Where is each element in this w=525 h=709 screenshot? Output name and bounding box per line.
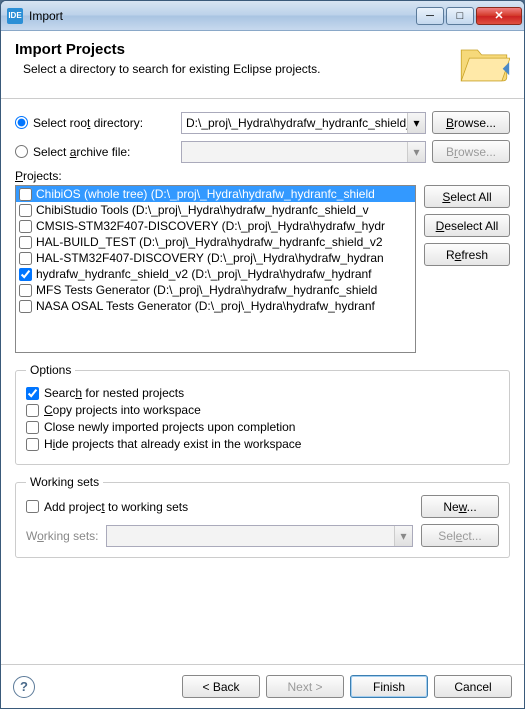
list-item[interactable]: HAL-STM32F407-DISCOVERY (D:\_proj\_Hydra… (16, 250, 415, 266)
back-button[interactable]: < Back (182, 675, 260, 698)
list-item[interactable]: ChibiStudio Tools (D:\_proj\_Hydra\hydra… (16, 202, 415, 218)
form: Select root directory: D:\_proj\_Hydra\h… (1, 99, 524, 664)
window-title: Import (29, 9, 414, 23)
hide-existing-label: Hide projects that already exist in the … (44, 437, 301, 451)
close-imported-checkbox[interactable] (26, 421, 39, 434)
working-sets-group: Working sets Add project to working sets… (15, 475, 510, 558)
archive-file-radio-input[interactable] (15, 145, 28, 158)
project-label: CMSIS-STM32F407-DISCOVERY (D:\_proj\_Hyd… (36, 219, 385, 233)
root-directory-label: Select root directory: (33, 116, 143, 130)
import-dialog: IDE Import ─ □ ✕ Import Projects Select … (0, 0, 525, 709)
chevron-down-icon: ▾ (394, 526, 412, 546)
archive-file-label: Select archive file: (33, 145, 130, 159)
project-label: HAL-STM32F407-DISCOVERY (D:\_proj\_Hydra… (36, 251, 384, 265)
folder-open-icon (458, 41, 510, 88)
deselect-all-button[interactable]: Deselect All (424, 214, 510, 237)
chevron-down-icon[interactable]: ▾ (407, 113, 425, 133)
hide-existing-checkbox[interactable] (26, 438, 39, 451)
close-imported-label: Close newly imported projects upon compl… (44, 420, 295, 434)
next-button: Next > (266, 675, 344, 698)
project-checkbox[interactable] (19, 252, 32, 265)
project-checkbox[interactable] (19, 300, 32, 313)
working-sets-label: Working sets: (26, 529, 98, 543)
minimize-button[interactable]: ─ (416, 7, 444, 25)
list-item[interactable]: hydrafw_hydranfc_shield_v2 (D:\_proj\_Hy… (16, 266, 415, 282)
project-checkbox[interactable] (19, 284, 32, 297)
button-bar: ? < Back Next > Finish Cancel (1, 664, 524, 708)
list-item[interactable]: MFS Tests Generator (D:\_proj\_Hydra\hyd… (16, 282, 415, 298)
add-to-working-sets-checkbox[interactable] (26, 500, 39, 513)
list-item[interactable]: HAL-BUILD_TEST (D:\_proj\_Hydra\hydrafw_… (16, 234, 415, 250)
working-sets-combo: ▾ (106, 525, 413, 547)
project-label: ChibiStudio Tools (D:\_proj\_Hydra\hydra… (36, 203, 369, 217)
options-group: Options Search for nested projects Copy … (15, 363, 510, 465)
app-icon: IDE (7, 8, 23, 24)
working-sets-legend: Working sets (26, 475, 103, 489)
select-working-set-button: Select... (421, 524, 499, 547)
page-title: Import Projects (15, 41, 458, 58)
close-button[interactable]: ✕ (476, 7, 522, 25)
maximize-button[interactable]: □ (446, 7, 474, 25)
add-to-working-sets-label: Add project to working sets (44, 500, 188, 514)
project-checkbox[interactable] (19, 268, 32, 281)
refresh-button[interactable]: Refresh (424, 243, 510, 266)
list-item[interactable]: CMSIS-STM32F407-DISCOVERY (D:\_proj\_Hyd… (16, 218, 415, 234)
archive-file-combo: ▾ (181, 141, 426, 163)
project-checkbox[interactable] (19, 188, 32, 201)
copy-projects-label: Copy projects into workspace (44, 403, 201, 417)
project-label: ChibiOS (whole tree) (D:\_proj\_Hydra\hy… (36, 187, 375, 201)
root-directory-combo[interactable]: D:\_proj\_Hydra\hydrafw_hydranfc_shield_… (181, 112, 426, 134)
root-directory-radio[interactable]: Select root directory: (15, 116, 175, 130)
client-area: Import Projects Select a directory to se… (1, 31, 524, 708)
page-subtitle: Select a directory to search for existin… (23, 62, 458, 76)
chevron-down-icon: ▾ (407, 142, 425, 162)
root-directory-value: D:\_proj\_Hydra\hydrafw_hydranfc_shield_… (182, 116, 407, 130)
new-working-set-button[interactable]: New... (421, 495, 499, 518)
search-nested-checkbox[interactable] (26, 387, 39, 400)
project-checkbox[interactable] (19, 220, 32, 233)
list-item[interactable]: NASA OSAL Tests Generator (D:\_proj\_Hyd… (16, 298, 415, 314)
banner: Import Projects Select a directory to se… (1, 31, 524, 99)
project-label: MFS Tests Generator (D:\_proj\_Hydra\hyd… (36, 283, 377, 297)
project-label: HAL-BUILD_TEST (D:\_proj\_Hydra\hydrafw_… (36, 235, 383, 249)
projects-label: Projects: (15, 169, 510, 183)
projects-list[interactable]: ChibiOS (whole tree) (D:\_proj\_Hydra\hy… (15, 185, 416, 353)
options-legend: Options (26, 363, 75, 377)
project-checkbox[interactable] (19, 204, 32, 217)
list-item[interactable]: ChibiOS (whole tree) (D:\_proj\_Hydra\hy… (16, 186, 415, 202)
project-label: hydrafw_hydranfc_shield_v2 (D:\_proj\_Hy… (36, 267, 372, 281)
root-directory-radio-input[interactable] (15, 116, 28, 129)
project-label: NASA OSAL Tests Generator (D:\_proj\_Hyd… (36, 299, 375, 313)
project-checkbox[interactable] (19, 236, 32, 249)
titlebar[interactable]: IDE Import ─ □ ✕ (1, 1, 524, 31)
finish-button[interactable]: Finish (350, 675, 428, 698)
cancel-button[interactable]: Cancel (434, 675, 512, 698)
archive-file-radio[interactable]: Select archive file: (15, 145, 175, 159)
select-all-button[interactable]: Select All (424, 185, 510, 208)
copy-projects-checkbox[interactable] (26, 404, 39, 417)
browse-root-button[interactable]: Browse... (432, 111, 510, 134)
help-icon[interactable]: ? (13, 676, 35, 698)
search-nested-label: Search for nested projects (44, 386, 184, 400)
browse-archive-button: Browse... (432, 140, 510, 163)
